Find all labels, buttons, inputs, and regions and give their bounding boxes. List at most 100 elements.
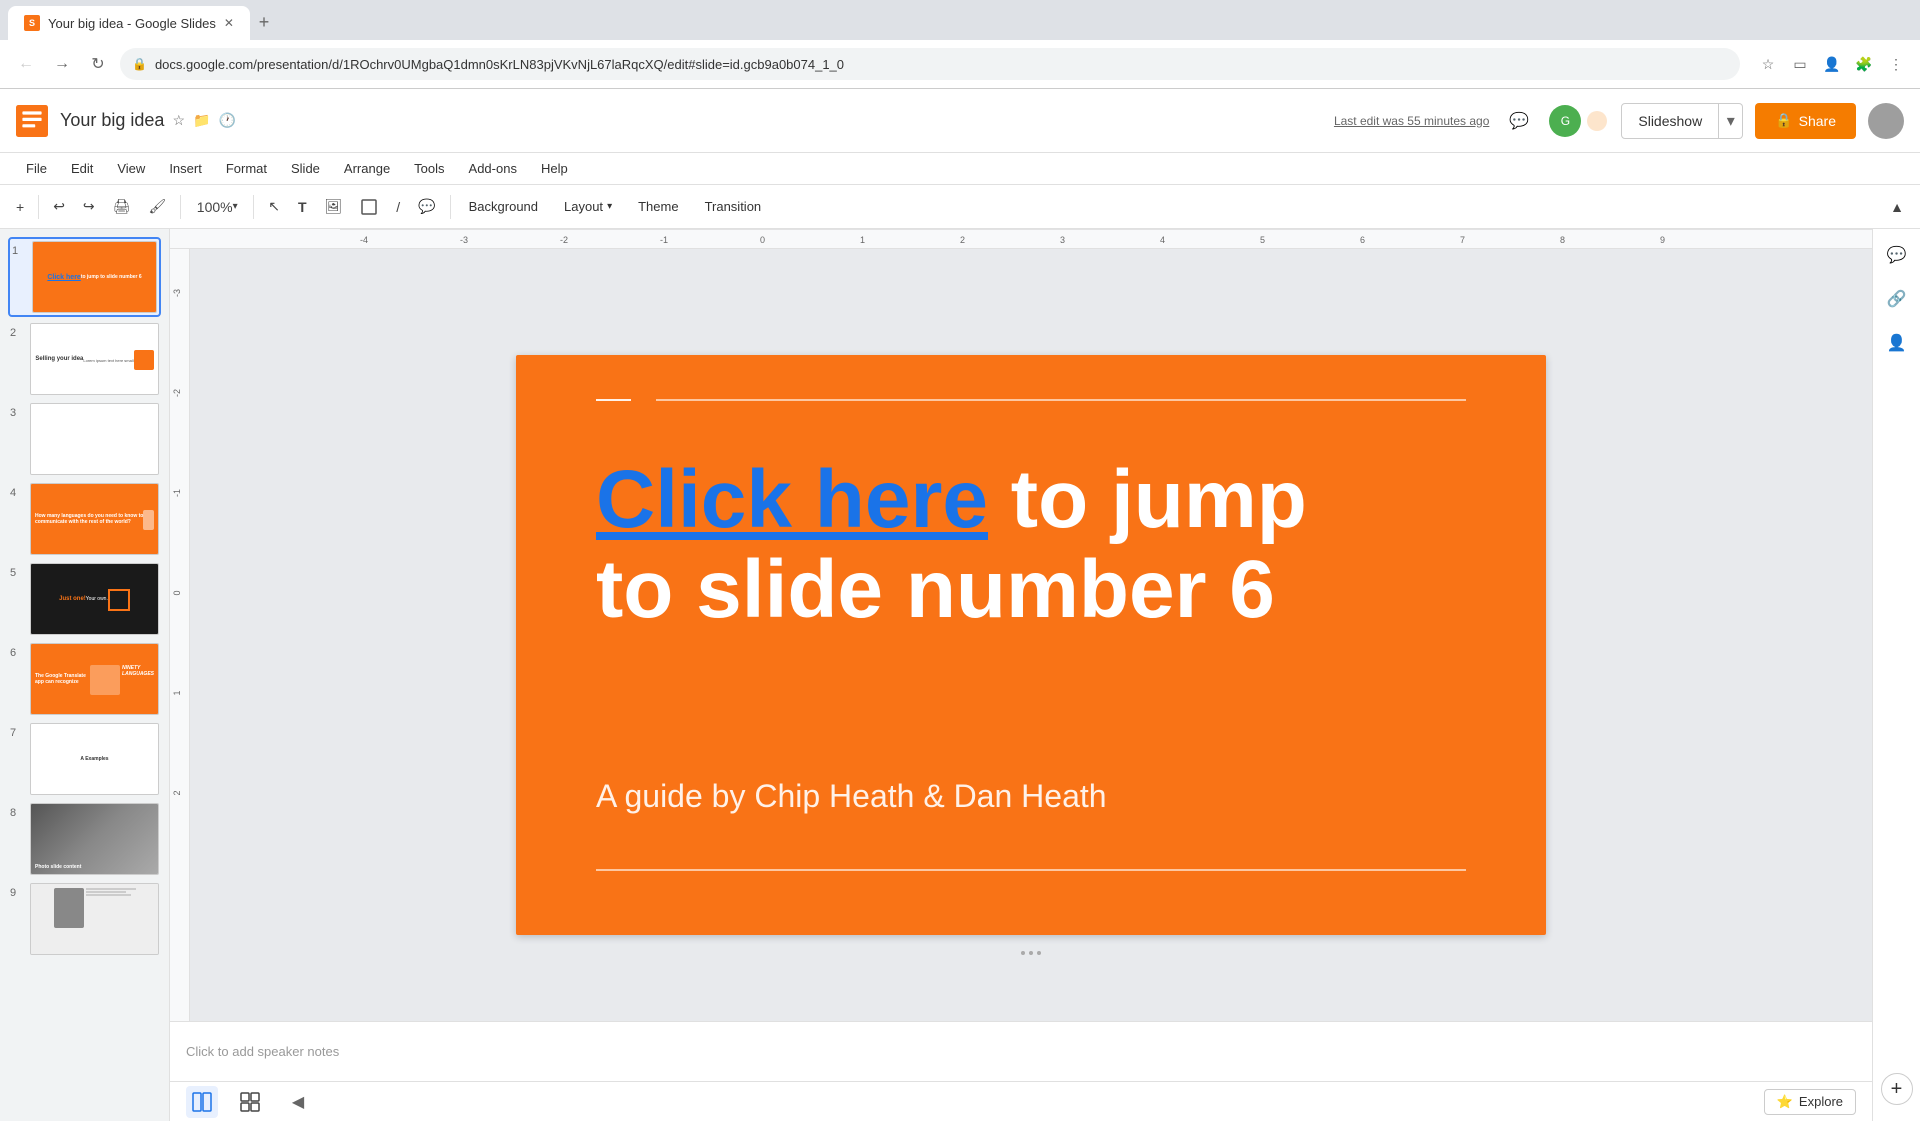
history-icon[interactable]: 🕐: [218, 112, 235, 129]
image-tool-button[interactable]: 🖼: [317, 191, 351, 223]
menu-addons[interactable]: Add-ons: [459, 157, 527, 180]
forward-button[interactable]: →: [48, 50, 76, 78]
slide-item-8[interactable]: 8 Photo slide content: [8, 801, 161, 877]
profile-icon[interactable]: 👤: [1820, 52, 1844, 76]
line-tool-button[interactable]: /: [388, 191, 408, 223]
folder-icon[interactable]: 📁: [193, 112, 210, 129]
share-lock-icon: 🔒: [1775, 112, 1792, 129]
slideshow-button[interactable]: Slideshow: [1621, 103, 1719, 139]
toolbar-sep-3: [253, 195, 254, 219]
more-icon[interactable]: ⋮: [1884, 52, 1908, 76]
cursor-tool-button[interactable]: ↖: [260, 191, 288, 223]
slide-item-4[interactable]: 4 How many languages do you need to know…: [8, 481, 161, 557]
slide-item-1[interactable]: 1 Click here to jump to slide number 6: [8, 237, 161, 317]
slide-thumb-img-5: Just one! Your own.: [31, 564, 158, 634]
undo-button[interactable]: ↩: [45, 191, 73, 223]
slide-dot: [1037, 951, 1041, 955]
svg-text:1: 1: [860, 235, 865, 245]
slide-item-3[interactable]: 3: [8, 401, 161, 477]
slide-item-2[interactable]: 2 Selling your idea Lorem ipsum text her…: [8, 321, 161, 397]
new-tab-button[interactable]: +: [250, 8, 278, 36]
back-button[interactable]: ←: [12, 50, 40, 78]
share-button[interactable]: 🔒 Share: [1755, 103, 1856, 139]
speaker-notes[interactable]: Click to add speaker notes: [170, 1021, 1872, 1081]
comment-tool-button[interactable]: 💬: [410, 191, 443, 223]
active-tab[interactable]: S Your big idea - Google Slides ✕: [8, 6, 250, 40]
menu-help[interactable]: Help: [531, 157, 578, 180]
shape-tool-button[interactable]: [352, 191, 386, 223]
comments-button[interactable]: 💬: [1501, 103, 1537, 139]
tab-close-button[interactable]: ✕: [224, 16, 234, 30]
main-area: 1 Click here to jump to slide number 6 2…: [0, 229, 1920, 1121]
right-panel-person-button[interactable]: 👤: [1879, 325, 1915, 361]
paint-format-button[interactable]: 🖌: [140, 191, 174, 223]
slideshow-dropdown-button[interactable]: ▾: [1719, 103, 1743, 139]
slide-canvas[interactable]: Click here to jump to slide number 6 A g…: [516, 355, 1546, 935]
menu-insert[interactable]: Insert: [159, 157, 212, 180]
slide-thumbnail-4: How many languages do you need to know t…: [30, 483, 159, 555]
bookmark-icon[interactable]: ☆: [1756, 52, 1780, 76]
svg-text:-2: -2: [172, 389, 182, 397]
address-bar[interactable]: 🔒 docs.google.com/presentation/d/1ROchrv…: [120, 48, 1740, 80]
collapse-panel-button[interactable]: ▲: [1882, 191, 1912, 223]
slide-link-text[interactable]: Click here: [596, 454, 988, 545]
print-button[interactable]: 🖨: [105, 191, 139, 223]
right-panel: 💬 🔗 👤 +: [1872, 229, 1920, 1121]
account-avatar[interactable]: [1868, 103, 1904, 139]
theme-label: Theme: [638, 199, 678, 214]
right-panel-chat-button[interactable]: 💬: [1879, 237, 1915, 273]
explore-button[interactable]: ⭐ Explore: [1764, 1089, 1856, 1115]
svg-text:-3: -3: [460, 235, 468, 245]
tab-favicon: S: [24, 15, 40, 31]
menu-edit[interactable]: Edit: [61, 157, 103, 180]
toolbar-sep-2: [180, 195, 181, 219]
cast-icon[interactable]: ▭: [1788, 52, 1812, 76]
slide-item-9[interactable]: 9: [8, 881, 161, 957]
menu-bar: File Edit View Insert Format Slide Arran…: [0, 153, 1920, 185]
last-edit-text: Last edit was 55 minutes ago: [1334, 114, 1489, 128]
slide-number-9: 9: [10, 883, 26, 899]
star-icon[interactable]: ☆: [172, 112, 185, 129]
slide-thumb-img-1: Click here to jump to slide number 6: [33, 242, 156, 312]
grid-view-button[interactable]: [234, 1086, 266, 1118]
text-tool-button[interactable]: T: [290, 191, 315, 223]
slide-thumbnail-9: [30, 883, 159, 955]
menu-slide[interactable]: Slide: [281, 157, 330, 180]
ruler-v-svg: -3 -2 -1 0 1 2: [170, 253, 190, 853]
add-button[interactable]: +: [8, 191, 32, 223]
slide-subtitle: A guide by Chip Heath & Dan Heath: [596, 778, 1107, 815]
slide-dot: [1029, 951, 1033, 955]
refresh-button[interactable]: ↻: [84, 50, 112, 78]
menu-tools[interactable]: Tools: [404, 157, 454, 180]
transition-button[interactable]: Transition: [693, 191, 774, 223]
background-button[interactable]: Background: [457, 191, 550, 223]
slide-thumb-img-8: Photo slide content: [31, 804, 158, 874]
slide-canvas-area[interactable]: Click here to jump to slide number 6 A g…: [190, 249, 1872, 1021]
filmstrip-view-button[interactable]: [186, 1086, 218, 1118]
svg-text:0: 0: [172, 590, 182, 595]
slide-item-6[interactable]: 6 The Google Translate app can recognize…: [8, 641, 161, 717]
theme-button[interactable]: Theme: [626, 191, 690, 223]
collapse-panel-bottom-button[interactable]: ◀: [282, 1086, 314, 1118]
app-logo: [16, 105, 48, 137]
menu-view[interactable]: View: [107, 157, 155, 180]
menu-arrange[interactable]: Arrange: [334, 157, 400, 180]
slide-item-5[interactable]: 5 Just one! Your own.: [8, 561, 161, 637]
layout-button[interactable]: Layout ▾: [552, 191, 624, 223]
share-accounts-icon: [1585, 109, 1609, 133]
slide-item-7[interactable]: 7 A Examples: [8, 721, 161, 797]
tab-bar: S Your big idea - Google Slides ✕ +: [0, 0, 1920, 40]
extension-icon[interactable]: 🧩: [1852, 52, 1876, 76]
menu-format[interactable]: Format: [216, 157, 277, 180]
zoom-button[interactable]: 100% ▾: [187, 191, 247, 223]
right-panel-link-button[interactable]: 🔗: [1879, 281, 1915, 317]
svg-text:-3: -3: [172, 289, 182, 297]
menu-file[interactable]: File: [16, 157, 57, 180]
right-panel-add-button[interactable]: +: [1881, 1073, 1913, 1105]
address-bar-row: ← → ↻ 🔒 docs.google.com/presentation/d/1…: [0, 40, 1920, 88]
collab-avatar: G: [1549, 105, 1581, 137]
slide-main-text: Click here to jump to slide number 6: [596, 455, 1466, 635]
slide-number-8: 8: [10, 803, 26, 819]
horizontal-ruler: -4 -3 -2 -1 0 1 2 3 4 5 6 7 8 9: [170, 229, 1872, 249]
redo-button[interactable]: ↪: [75, 191, 103, 223]
